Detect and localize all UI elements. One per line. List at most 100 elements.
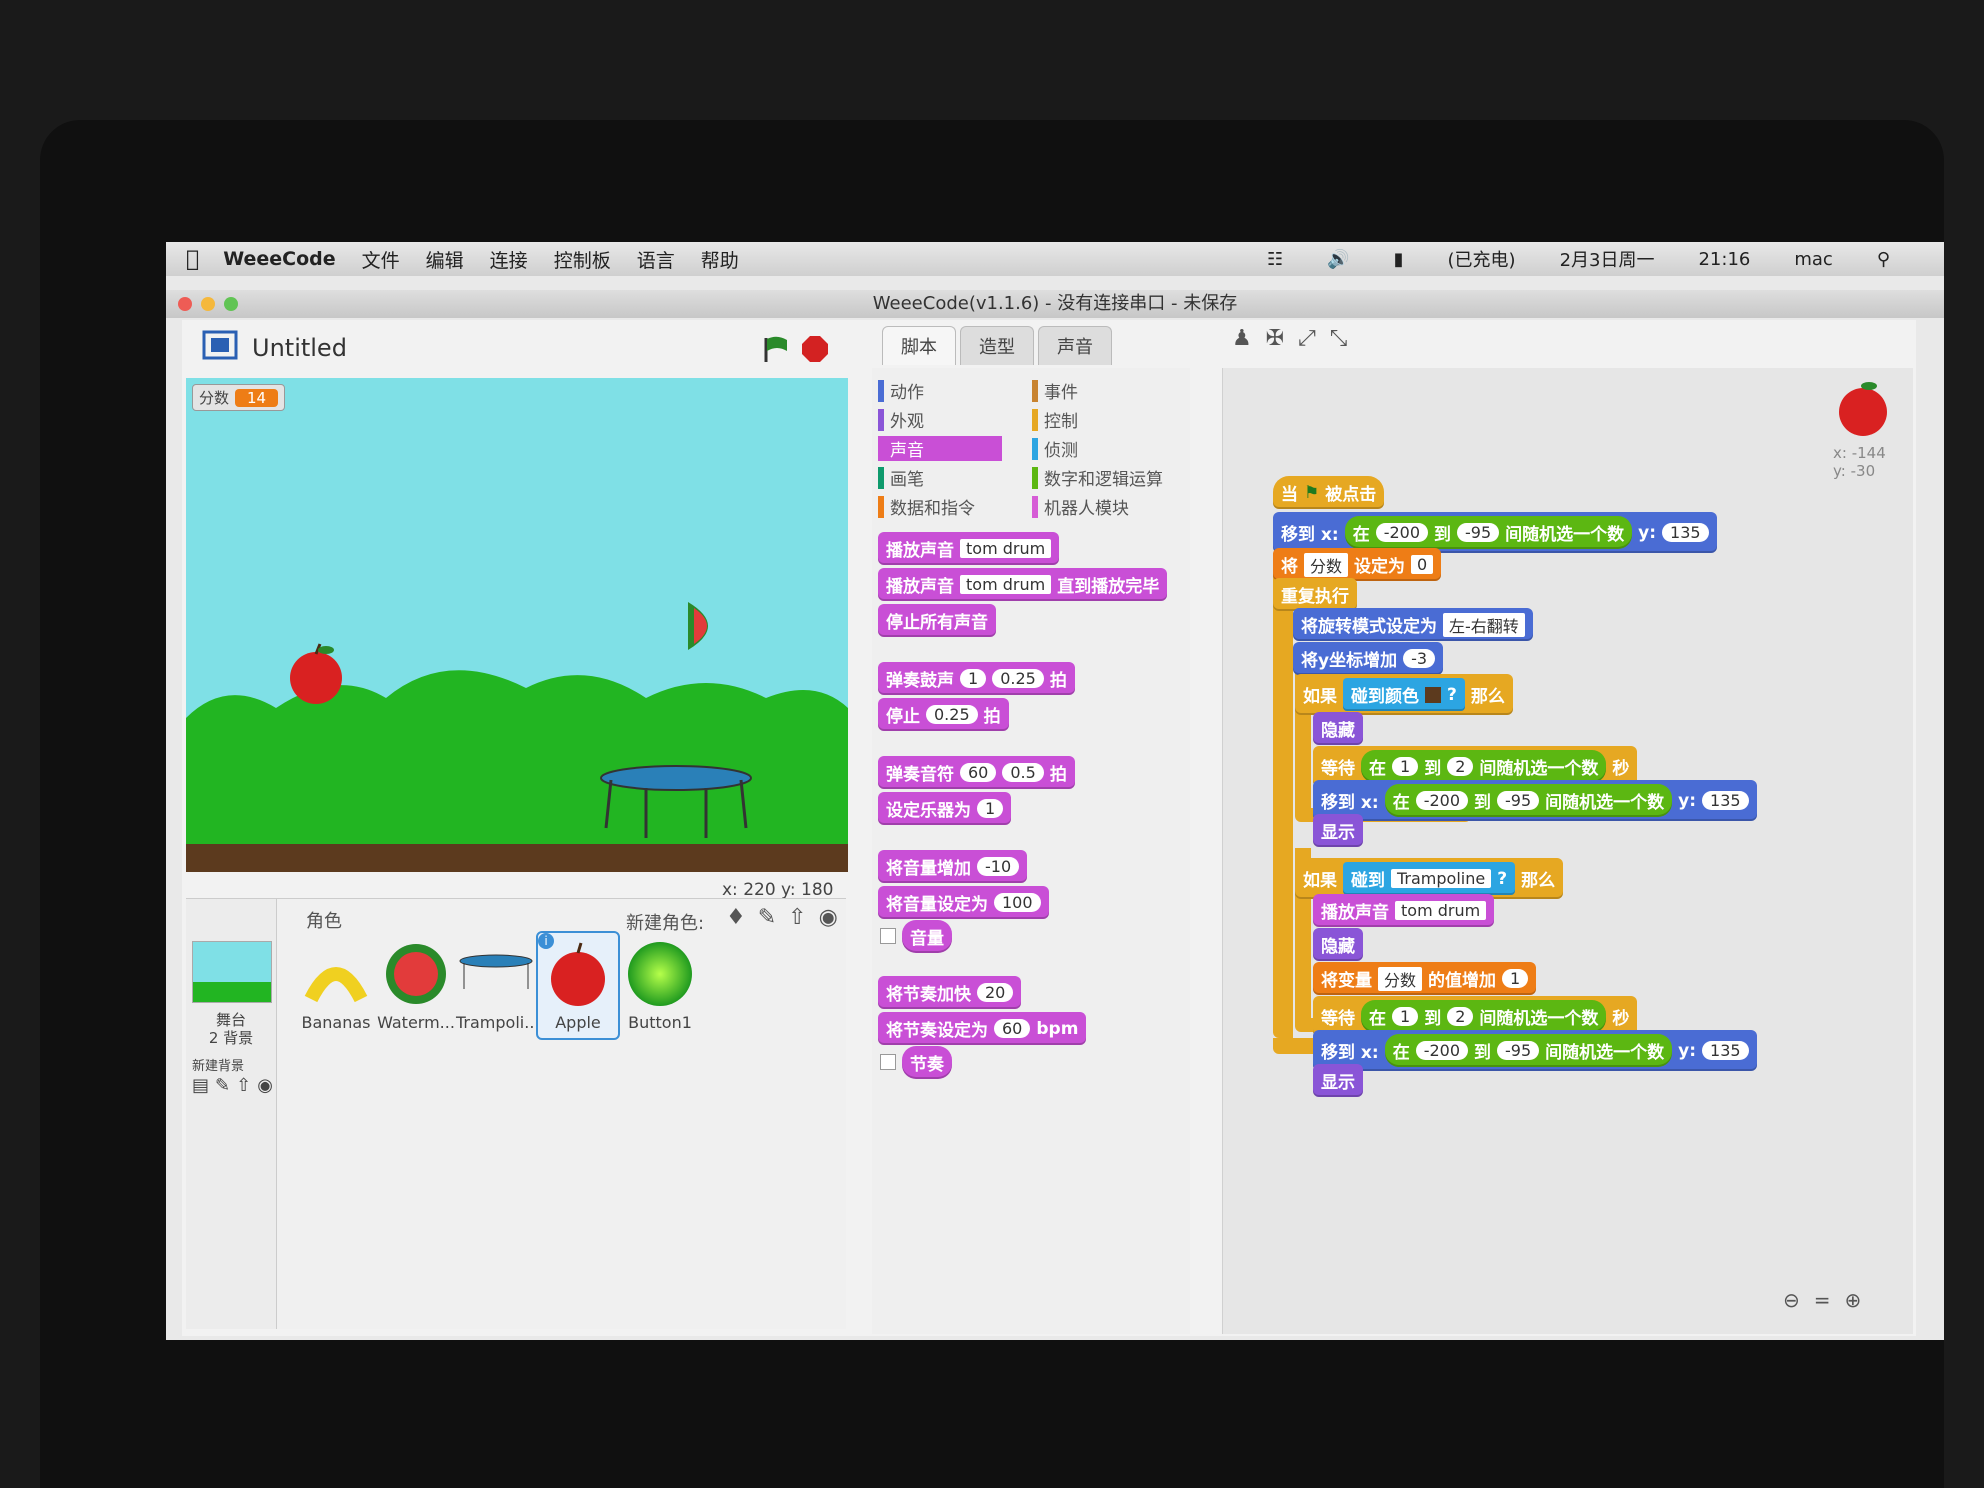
block-if-touching-color[interactable]: 如果 碰到颜色? 那么 [1295, 674, 1513, 715]
tempo-checkbox[interactable] [880, 1054, 896, 1070]
category-control[interactable]: 控制 [1032, 407, 1078, 432]
category-looks[interactable]: 外观 [878, 407, 924, 432]
category-sensing[interactable]: 侦测 [1032, 436, 1078, 461]
block-set-instrument[interactable]: 设定乐器为 1 [878, 792, 1012, 825]
sprite-library-icon[interactable]: ♦ [726, 905, 746, 930]
category-motion[interactable]: 动作 [878, 378, 924, 403]
spotlight-icon[interactable]: ⚲ [1877, 249, 1890, 270]
green-flag-icon[interactable] [760, 334, 790, 364]
block-change-volume[interactable]: 将音量增加 -10 [878, 850, 1028, 883]
tab-costumes[interactable]: 造型 [960, 326, 1034, 365]
paint-sprite-icon[interactable]: ✎ [758, 905, 776, 930]
camera-sprite-icon[interactable]: ◉ [819, 905, 838, 930]
block-hide[interactable]: 隐藏 [1313, 928, 1363, 961]
zoom-out-icon[interactable]: ⊖ [1783, 1288, 1800, 1312]
block-play-drum[interactable]: 弹奏鼓声 1 0.25 拍 [878, 662, 1075, 695]
volume-icon[interactable]: 🔊 [1327, 249, 1349, 270]
battery-icon[interactable]: ▮ [1394, 249, 1404, 270]
app-menu[interactable]: WeeeCode [223, 248, 335, 270]
user-name[interactable]: mac [1794, 249, 1832, 270]
duplicate-icon[interactable]: ♟ [1232, 326, 1252, 351]
minimize-window-button[interactable] [201, 297, 215, 311]
menu-connect[interactable]: 连接 [490, 246, 528, 273]
close-window-button[interactable] [178, 297, 192, 311]
menu-file[interactable]: 文件 [362, 246, 400, 273]
info-icon[interactable]: i [538, 933, 554, 949]
block-set-volume[interactable]: 将音量设定为 100 [878, 886, 1049, 919]
block-volume-reporter[interactable]: 音量 [902, 920, 952, 953]
block-tempo-reporter[interactable]: 节奏 [902, 1046, 952, 1079]
block-if-touching-sprite[interactable]: 如果 碰到 Trampoline? 那么 [1295, 858, 1564, 899]
sprite-thumb-apple[interactable]: Apple i [536, 931, 620, 1040]
stop-icon[interactable] [800, 334, 830, 364]
fullscreen-icon[interactable] [202, 330, 238, 360]
block-change-tempo[interactable]: 将节奏加快 20 [878, 976, 1022, 1009]
zoom-window-button[interactable] [224, 297, 238, 311]
block-change-variable[interactable]: 将变量 分数 的值增加 1 [1313, 962, 1537, 995]
block-rest[interactable]: 停止 0.25 拍 [878, 698, 1009, 731]
category-robot[interactable]: 机器人模块 [1032, 494, 1129, 519]
category-pen[interactable]: 画笔 [878, 465, 924, 490]
block-pick-random[interactable]: 在 1 到 2 间随机选一个数 [1361, 750, 1607, 783]
clock[interactable]: 21:16 [1698, 249, 1750, 270]
menu-edit[interactable]: 编辑 [426, 246, 464, 273]
block-play-sound[interactable]: 播放声音 tom drum [1313, 894, 1495, 927]
block-goto-xy[interactable]: 移到 x: 在 -200 到 -95 间随机选一个数 y: 135 [1313, 1030, 1757, 1071]
block-when-flag-clicked[interactable]: 当 ⚑ 被点击 [1273, 476, 1385, 509]
zoom-in-icon[interactable]: ⊕ [1845, 1288, 1862, 1312]
scripts-area[interactable]: x: -144 y: -30 当 ⚑ 被点击 移到 x: 在 -200 到 -95 间随机选一… [1222, 368, 1913, 1334]
menu-language[interactable]: 语言 [637, 246, 675, 273]
new-backdrop-tools: ▤ ✎ ⇧ ◉ [192, 1075, 273, 1096]
watermelon-sprite[interactable] [680, 598, 728, 654]
menu-board[interactable]: 控制板 [554, 246, 611, 273]
block-set-tempo[interactable]: 将节奏设定为 60 bpm [878, 1012, 1087, 1045]
upload-sprite-icon[interactable]: ⇧ [788, 905, 806, 930]
category-sound[interactable]: 声音 [878, 436, 1002, 461]
block-play-sound-until-done[interactable]: 播放声音 tom drum 直到播放完毕 [878, 568, 1168, 601]
shrink-icon[interactable]: ⤡ [1330, 326, 1348, 351]
block-goto-xy[interactable]: 移到 x: 在 -200 到 -95 间随机选一个数 y: 135 [1313, 780, 1757, 821]
category-operators[interactable]: 数字和逻辑运算 [1032, 465, 1163, 490]
sprite-thumb-trampoline[interactable]: Trampoli... [456, 939, 539, 1032]
block-show[interactable]: 显示 [1313, 1064, 1363, 1097]
block-pick-random[interactable]: 在 -200 到 -95 间随机选一个数 [1344, 516, 1633, 549]
tab-sounds[interactable]: 声音 [1038, 326, 1112, 365]
block-pick-random[interactable]: 在 1 到 2 间随机选一个数 [1361, 1000, 1607, 1033]
block-forever[interactable]: 重复执行 [1273, 578, 1357, 611]
tab-scripts[interactable]: 脚本 [882, 326, 956, 365]
category-data[interactable]: 数据和指令 [878, 494, 975, 519]
block-goto-xy[interactable]: 移到 x: 在 -200 到 -95 间随机选一个数 y: 135 [1273, 512, 1717, 553]
block-pick-random[interactable]: 在 -200 到 -95 间随机选一个数 [1384, 1034, 1673, 1067]
color-swatch[interactable] [1425, 686, 1441, 703]
grow-icon[interactable]: ⤢ [1298, 326, 1316, 351]
delete-icon[interactable]: ✠ [1266, 326, 1284, 351]
block-stop-all-sounds[interactable]: 停止所有声音 [878, 604, 996, 637]
apple-icon[interactable]:  [186, 247, 199, 272]
block-touching-color[interactable]: 碰到颜色? [1343, 678, 1465, 711]
block-change-y[interactable]: 将y坐标增加 -3 [1293, 642, 1444, 675]
block-play-note[interactable]: 弹奏音符 60 0.5 拍 [878, 756, 1075, 789]
block-show[interactable]: 显示 [1313, 814, 1363, 847]
block-set-variable[interactable]: 将分数 设定为 0 [1273, 548, 1442, 581]
block-touching[interactable]: 碰到 Trampoline? [1343, 862, 1516, 895]
camera-backdrop-icon[interactable]: ◉ [257, 1075, 273, 1096]
sprite-thumb-bananas[interactable]: Bananas [296, 939, 376, 1032]
sprite-thumb-watermelon[interactable]: Waterm... [376, 939, 456, 1032]
paint-backdrop-icon[interactable]: ✎ [215, 1075, 230, 1096]
stage-canvas[interactable]: 分数 14 [186, 378, 848, 872]
menu-help[interactable]: 帮助 [701, 246, 739, 273]
block-pick-random[interactable]: 在 -200 到 -95 间随机选一个数 [1384, 784, 1673, 817]
sprite-thumb-button1[interactable]: Button1 [620, 939, 700, 1032]
upload-backdrop-icon[interactable]: ⇧ [236, 1075, 251, 1096]
category-events[interactable]: 事件 [1032, 378, 1078, 403]
block-set-rotation-style[interactable]: 将旋转模式设定为 左-右翻转 [1293, 608, 1533, 641]
stage-thumbnail[interactable] [192, 941, 272, 1003]
apple-sprite[interactable] [284, 642, 348, 706]
zoom-reset-icon[interactable]: = [1814, 1288, 1831, 1312]
block-play-sound[interactable]: 播放声音 tom drum [878, 532, 1060, 565]
project-title[interactable]: Untitled [252, 334, 347, 362]
block-hide[interactable]: 隐藏 [1313, 712, 1363, 745]
volume-checkbox[interactable] [880, 928, 896, 944]
backdrop-library-icon[interactable]: ▤ [192, 1075, 209, 1096]
wifi-icon[interactable]: ☷ [1267, 249, 1283, 270]
